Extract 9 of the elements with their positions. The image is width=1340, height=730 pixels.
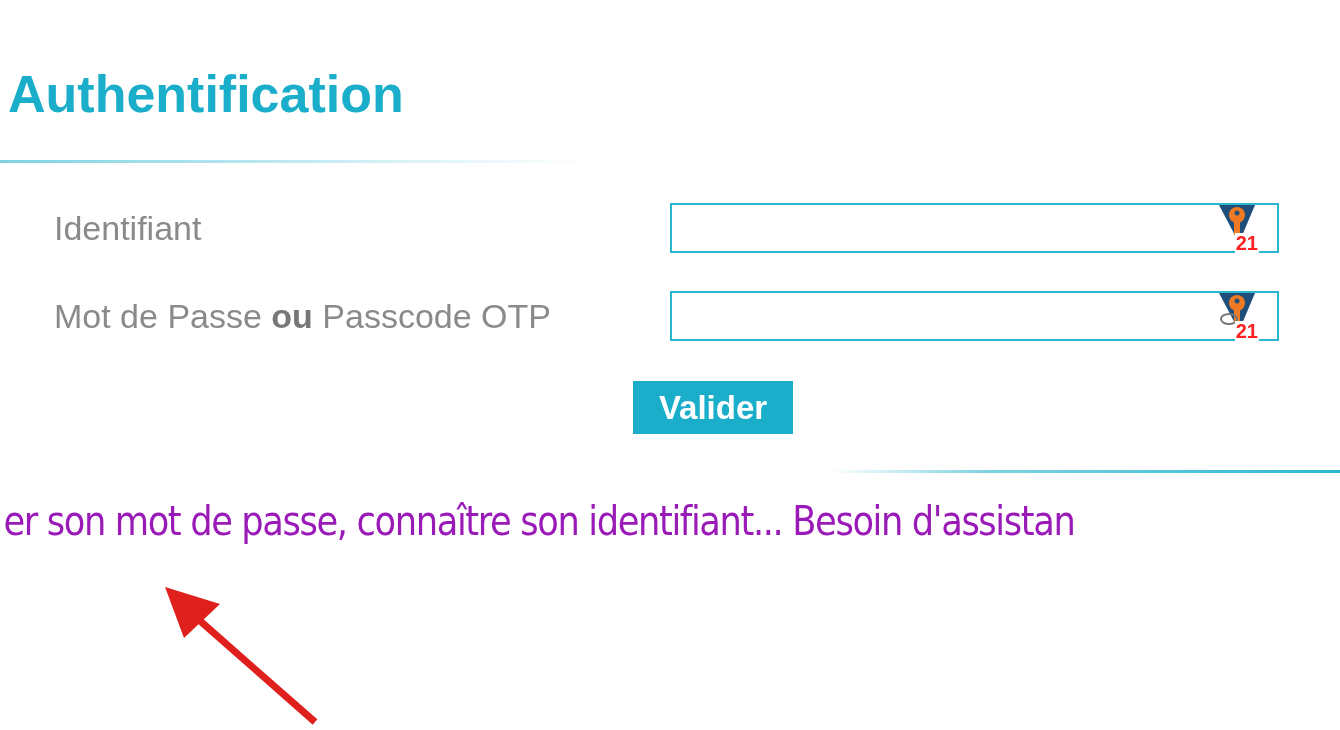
badge-count: 21 [1234, 321, 1259, 341]
input-field[interactable]: 21 [670, 203, 1279, 253]
password-field[interactable]: 21 [670, 291, 1279, 341]
field-label: Mot de Passe ou Passcode OTP [54, 296, 552, 336]
submit-button[interactable]: Valider [633, 381, 793, 434]
page-title: Authentification [7, 64, 405, 125]
badge-count: 21 [1234, 233, 1259, 253]
field-label: Identifiant [54, 208, 203, 248]
scrolling-text: er son mot de passe, connaître son identifiant... Besoin d'assistan [2, 497, 1075, 545]
